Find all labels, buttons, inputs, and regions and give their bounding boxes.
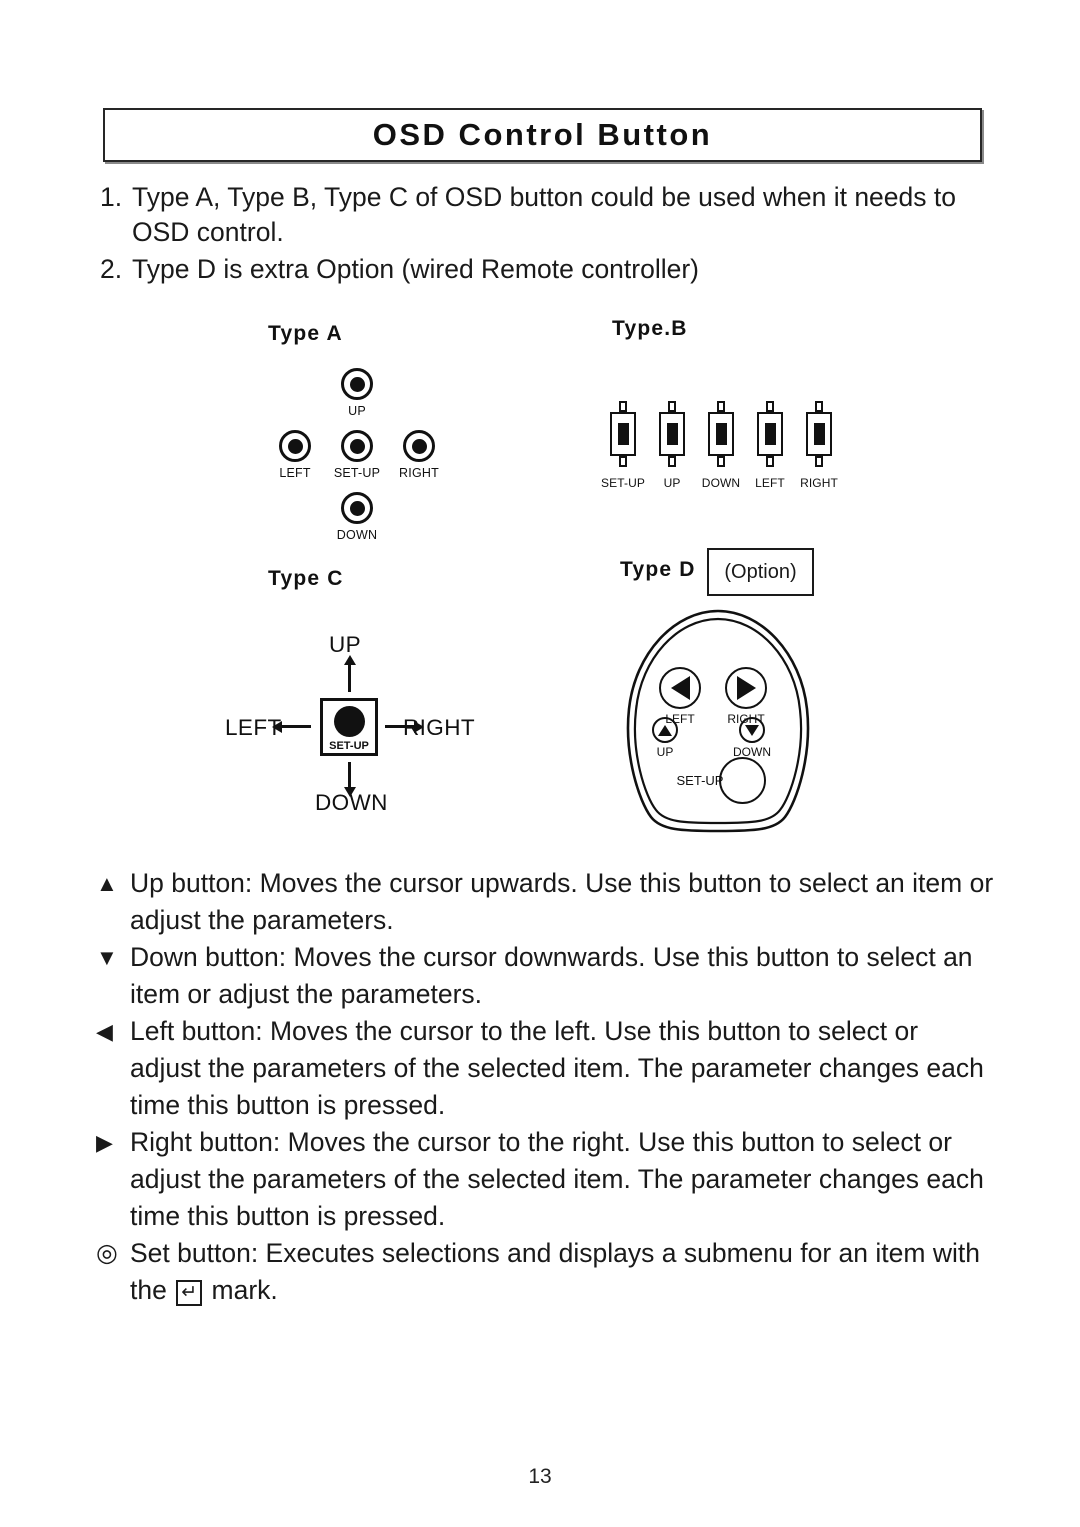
intro-item-text: Type D is extra Option (wired Remote con…	[132, 254, 700, 284]
double-circle-icon: ◎	[96, 1239, 118, 1267]
type-d-right-button[interactable]	[725, 667, 767, 709]
type-c-label: Type C	[268, 567, 344, 590]
bullet-set-text-after: mark.	[211, 1275, 278, 1305]
type-d-setup-caption: SET-UP	[676, 773, 724, 788]
switch-body	[757, 401, 783, 467]
type-c-setup-caption: SET-UP	[329, 740, 369, 752]
type-a-right-caption: RIGHT	[399, 466, 439, 480]
triangle-right-icon	[736, 676, 756, 700]
type-b-right-caption: RIGHT	[800, 476, 838, 490]
bullet-right-button: ▶ Right button: Moves the cursor to the …	[96, 1124, 996, 1235]
type-a-diagram: UP LEFT SET-UP RIGHT DOWN	[255, 368, 485, 548]
arrow-up-icon	[344, 655, 355, 692]
switch-body	[610, 401, 636, 467]
enter-key-icon: ↵	[176, 1280, 203, 1306]
type-a-setup-button[interactable]	[341, 430, 373, 462]
type-d-setup-button[interactable]	[719, 757, 766, 804]
intro-list: 1. Type A, Type B, Type C of OSD button …	[100, 180, 985, 289]
type-d-option-badge: (Option)	[707, 548, 814, 596]
button-description-list: ▲ Up button: Moves the cursor upwards. U…	[96, 865, 996, 1309]
arrow-left-icon	[272, 721, 311, 732]
intro-item: 2. Type D is extra Option (wired Remote …	[100, 252, 985, 287]
type-c-setup-button[interactable]: SET-UP	[320, 698, 378, 756]
triangle-right-icon: ▶	[96, 1130, 113, 1155]
type-b-diagram: SET-UP UP DOWN LEFT RIGHT	[600, 401, 860, 502]
setup-dot-icon	[333, 705, 365, 737]
type-b-left-caption: LEFT	[755, 476, 785, 490]
switch-body	[708, 401, 734, 467]
bullet-up-button: ▲ Up button: Moves the cursor upwards. U…	[96, 865, 996, 939]
switch-core	[617, 423, 629, 445]
type-b-up-caption: UP	[663, 476, 681, 490]
type-a-right-button[interactable]	[403, 430, 435, 462]
type-b-label: Type.B	[612, 317, 688, 340]
type-a-left-caption: LEFT	[279, 466, 311, 480]
type-b-setup-caption: SET-UP	[601, 476, 645, 490]
intro-item-text: Type A, Type B, Type C of OSD button cou…	[132, 182, 956, 247]
type-a-setup-caption: SET-UP	[333, 466, 381, 480]
type-a-label: Type A	[268, 322, 343, 345]
arrow-down-icon	[344, 762, 355, 797]
arrow-right-icon	[385, 721, 424, 732]
type-d-diagram: LEFT RIGHT UP DOWN SET-UP	[615, 605, 830, 835]
type-b-right-switch[interactable]: RIGHT	[796, 401, 842, 490]
triangle-up-icon	[658, 724, 672, 736]
page-title: OSD Control Button	[372, 117, 713, 152]
triangle-down-icon: ▼	[96, 945, 118, 970]
switch-body	[806, 401, 832, 467]
switch-core	[666, 423, 678, 445]
bullet-left-text: Left button: Moves the cursor to the lef…	[130, 1016, 984, 1120]
type-b-down-caption: DOWN	[701, 476, 741, 490]
type-d-left-button[interactable]	[659, 667, 701, 709]
switch-core	[764, 423, 776, 445]
type-b-up-switch[interactable]: UP	[649, 401, 695, 490]
type-b-setup-switch[interactable]: SET-UP	[600, 401, 646, 490]
type-d-up-caption: UP	[656, 745, 674, 759]
triangle-down-icon	[745, 724, 759, 736]
bullet-set-button: ◎ Set button: Executes selections and di…	[96, 1235, 996, 1309]
triangle-left-icon	[670, 676, 690, 700]
type-a-down-caption: DOWN	[336, 528, 378, 542]
bullet-right-text: Right button: Moves the cursor to the ri…	[130, 1127, 984, 1231]
switch-body	[659, 401, 685, 467]
bullet-down-text: Down button: Moves the cursor downwards.…	[130, 942, 973, 1009]
intro-item-number: 2.	[100, 254, 123, 284]
type-a-left-button[interactable]	[279, 430, 311, 462]
bullet-set-text: Set button: Executes selections and disp…	[130, 1235, 996, 1309]
bullet-left-button: ◀ Left button: Moves the cursor to the l…	[96, 1013, 996, 1124]
intro-item-number: 1.	[100, 182, 123, 212]
type-a-up-button[interactable]	[341, 368, 373, 400]
type-d-right-caption: RIGHT	[727, 712, 765, 726]
page-number: 13	[528, 1465, 552, 1488]
switch-core	[813, 423, 825, 445]
switch-core	[715, 423, 727, 445]
intro-item: 1. Type A, Type B, Type C of OSD button …	[100, 180, 985, 250]
type-d-left-caption: LEFT	[665, 712, 695, 726]
remote-body-outline	[626, 609, 810, 833]
type-b-down-switch[interactable]: DOWN	[698, 401, 744, 490]
type-b-left-switch[interactable]: LEFT	[747, 401, 793, 490]
page-title-box: OSD Control Button	[103, 108, 982, 162]
bullet-down-button: ▼ Down button: Moves the cursor downward…	[96, 939, 996, 1013]
type-c-diagram: UP DOWN LEFT RIGHT SET-UP	[225, 620, 515, 830]
type-a-up-caption: UP	[348, 404, 366, 418]
triangle-left-icon: ◀	[96, 1019, 113, 1044]
type-a-down-button[interactable]	[341, 492, 373, 524]
type-d-down-caption: DOWN	[733, 745, 771, 759]
bullet-up-text: Up button: Moves the cursor upwards. Use…	[130, 868, 994, 935]
type-d-label: Type D	[620, 558, 696, 581]
triangle-up-icon: ▲	[96, 871, 118, 896]
